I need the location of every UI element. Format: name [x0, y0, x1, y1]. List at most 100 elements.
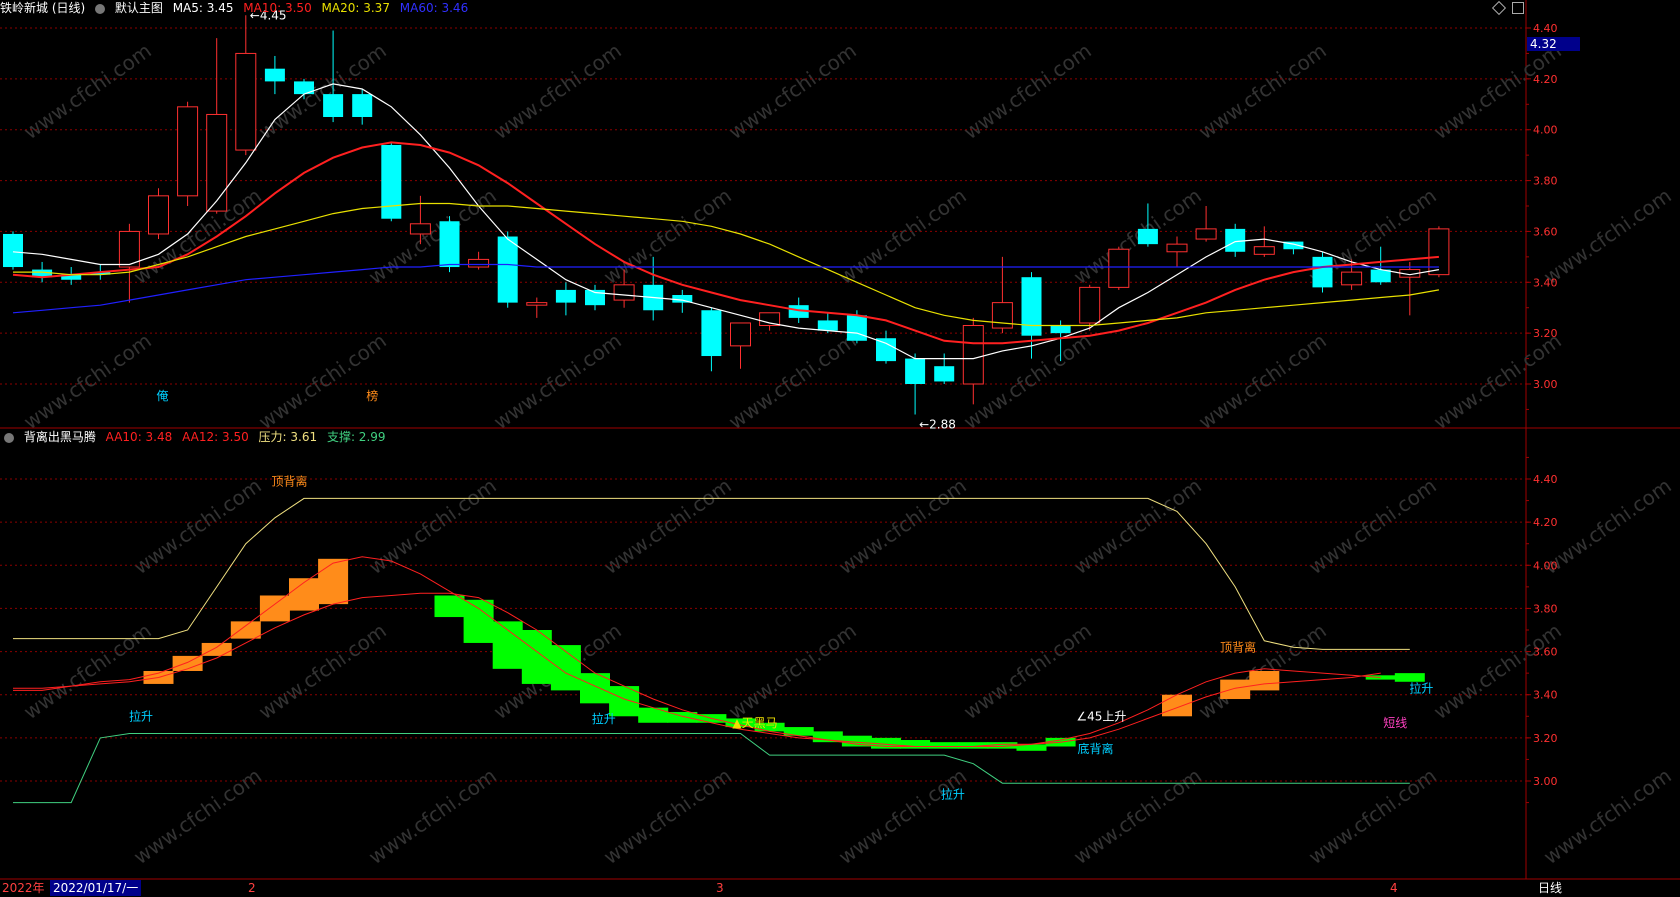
candle-body — [352, 94, 373, 117]
indicator-title[interactable]: 背离出黑马腾 — [24, 430, 96, 444]
chart-window: www.cfchi.com www.cfchi.com www.cfchi.com w… — [0, 0, 1680, 897]
indicator-toggle-icon[interactable] — [4, 432, 14, 443]
watermark-text: www.cfchi.com — [1069, 183, 1206, 289]
watermark-text: www.cfchi.com — [1069, 473, 1206, 579]
candle-body — [1341, 271, 1363, 286]
candle-body — [1253, 246, 1275, 255]
candle-body — [381, 144, 402, 219]
candle-body — [962, 325, 984, 385]
signal-bar — [1162, 694, 1192, 717]
indicator-tick-label: 3.60 — [1533, 646, 1558, 659]
watermark-text: www.cfchi.com — [19, 38, 156, 144]
price-tick-label: 3.80 — [1533, 175, 1558, 188]
indicator-tick-label: 4.40 — [1533, 473, 1558, 486]
signal-marker: 俺 — [157, 389, 169, 403]
signal-marker: 榜 — [366, 388, 378, 403]
candle-body — [1370, 269, 1391, 283]
watermark-text: www.cfchi.com — [599, 473, 736, 579]
watermark-text: www.cfchi.com — [1539, 183, 1676, 289]
price-extreme-label: ←2.88 — [919, 418, 956, 432]
month-label-mar: 3 — [716, 881, 724, 895]
price-tick-label: 4.00 — [1533, 124, 1558, 137]
watermark-text: www.cfchi.com — [1069, 763, 1206, 869]
candle-body — [1166, 243, 1188, 253]
aa10-label: AA10: 3.48 — [105, 430, 173, 444]
month-label-apr: 4 — [1390, 881, 1398, 895]
candle-body — [1312, 256, 1333, 288]
candle-body — [1428, 228, 1450, 276]
watermark-text: www.cfchi.com — [489, 38, 626, 144]
date-label[interactable]: 2022/01/17/一 — [50, 880, 142, 896]
indicator-tick-label: 3.00 — [1533, 775, 1558, 788]
watermark-text: www.cfchi.com — [489, 328, 626, 434]
candle-body — [613, 284, 635, 301]
indicator-tick-label: 4.20 — [1533, 516, 1558, 529]
candle-body — [264, 68, 285, 82]
candle-body — [439, 221, 460, 268]
watermark-text: www.cfchi.com — [724, 618, 861, 724]
watermark-text: www.cfchi.com — [1194, 38, 1331, 144]
indicator-tick-label: 3.40 — [1533, 689, 1558, 702]
ma20-label: MA20: 3.37 — [321, 1, 390, 15]
period-button[interactable]: 日线 — [1538, 879, 1562, 897]
year-label: 2022年 — [2, 881, 45, 895]
watermark-text: www.cfchi.com — [1304, 473, 1441, 579]
candle-body — [323, 94, 344, 117]
indicator-signal-label: ▲天黑马 — [732, 716, 777, 730]
indicator-signal-label: 顶背离 — [271, 473, 307, 488]
candle-body — [934, 366, 955, 382]
indicator-signal-label: 底背离 — [1078, 741, 1114, 756]
time-axis: 2022年 2022/01/17/一 2 3 4 日线 — [0, 879, 1680, 897]
candle-body — [177, 106, 199, 197]
stock-title[interactable]: 铁岭新城 (日线) — [0, 1, 85, 15]
candle-body — [555, 289, 576, 303]
signal-bar — [230, 621, 261, 639]
watermark-text: www.cfchi.com — [19, 328, 156, 434]
indicator-tick-label: 3.80 — [1533, 602, 1558, 615]
indicator-signal-label: 拉升 — [1409, 681, 1433, 696]
watermark-text: www.cfchi.com — [1304, 763, 1441, 869]
price-tick-label: 3.20 — [1533, 327, 1558, 340]
candle-body — [846, 315, 867, 341]
signal-bar — [1220, 679, 1251, 700]
watermark-text: www.cfchi.com — [599, 763, 736, 869]
candle-body — [701, 310, 722, 357]
ma-line-ma60 — [12, 263, 1439, 314]
watermark-text: www.cfchi.com — [834, 183, 971, 289]
watermark-text: www.cfchi.com — [1539, 763, 1676, 869]
signal-bar — [463, 599, 494, 643]
signal-bar — [1394, 673, 1425, 682]
price-tick-label: 3.00 — [1533, 378, 1558, 391]
signal-bar — [492, 621, 523, 669]
watermark-text: www.cfchi.com — [364, 763, 501, 869]
template-name[interactable]: 默认主图 — [115, 1, 163, 15]
candle-body — [817, 320, 838, 331]
price-tick-label: 3.60 — [1533, 225, 1558, 238]
signal-bar — [929, 742, 960, 749]
signal-bar — [259, 595, 290, 622]
candle-body — [1137, 228, 1158, 245]
candle-body — [1225, 228, 1246, 252]
signal-bar — [201, 642, 232, 656]
month-label-feb: 2 — [248, 881, 256, 895]
candle-body — [1050, 325, 1071, 334]
watermark-text: www.cfchi.com — [959, 618, 1096, 724]
candle-body — [526, 302, 548, 306]
indicator-tick-label: 3.20 — [1533, 732, 1558, 745]
watermark-text: www.cfchi.com — [599, 183, 736, 289]
ma60-label: MA60: 3.46 — [399, 1, 469, 15]
current-price-box: 4.32 — [1527, 37, 1580, 51]
main-header: 铁岭新城 (日线) 默认主图 MA5: 3.45 MA10: 3.50 MA20… — [0, 0, 474, 16]
indicator-signal-label: 拉升 — [129, 709, 153, 724]
candle-body — [468, 258, 490, 268]
aa12-line — [13, 592, 1381, 747]
indicator-signal-label: 拉升 — [592, 711, 616, 726]
menu-toggle-icon[interactable] — [95, 3, 106, 14]
support-label: 支撑: 2.99 — [326, 430, 386, 444]
main-chart[interactable]: www.cfchi.com www.cfchi.com www.cfchi.com w… — [0, 0, 1680, 897]
window-icon[interactable] — [1512, 2, 1524, 14]
watermark-text: www.cfchi.com — [364, 473, 501, 579]
candle-body — [905, 358, 926, 384]
signal-bar — [638, 707, 669, 723]
aa12-label: AA12: 3.50 — [182, 430, 249, 444]
